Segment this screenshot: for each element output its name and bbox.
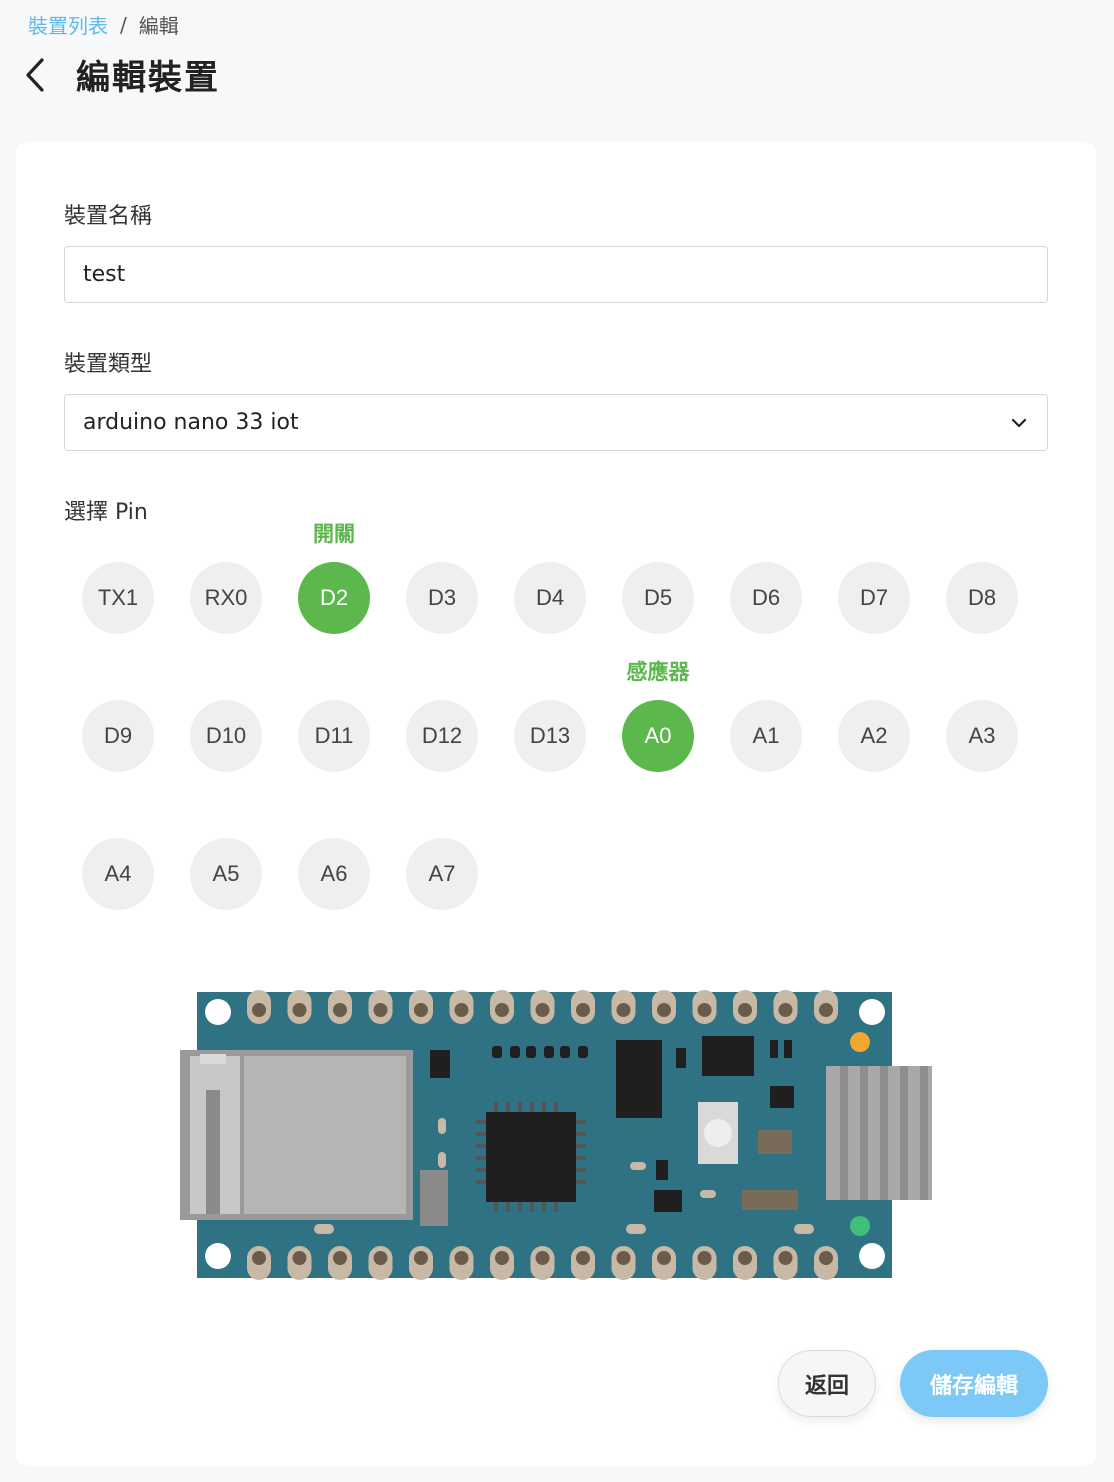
arduino-board-image: [180, 990, 932, 1280]
pin-a4[interactable]: A4: [82, 838, 154, 910]
pin-rx0[interactable]: RX0: [190, 562, 262, 634]
breadcrumb-link-device-list[interactable]: 裝置列表: [28, 10, 108, 39]
device-type-select[interactable]: arduino nano 33 iot: [64, 394, 1048, 451]
pin-tx1[interactable]: TX1: [82, 562, 154, 634]
chevron-down-icon: [1011, 418, 1027, 427]
pin-d12[interactable]: D12: [406, 700, 478, 772]
pin-select-label: 選擇 Pin: [64, 500, 148, 525]
pin-d5[interactable]: D5: [622, 562, 694, 634]
title-row: 編輯裝置: [24, 50, 220, 99]
pin-a0[interactable]: A0: [622, 700, 694, 772]
pin-d9[interactable]: D9: [82, 700, 154, 772]
pin-d11[interactable]: D11: [298, 700, 370, 772]
pin-d4[interactable]: D4: [514, 562, 586, 634]
pin-usage-tag: 開關: [313, 522, 355, 546]
device-type-label: 裝置類型: [64, 352, 153, 377]
breadcrumb-current: 編輯: [138, 14, 179, 38]
page-title: 編輯裝置: [76, 58, 220, 98]
save-edit-button[interactable]: 儲存編輯: [900, 1350, 1048, 1417]
back-arrow-icon[interactable]: [24, 53, 54, 97]
pin-a5[interactable]: A5: [190, 838, 262, 910]
pin-a2[interactable]: A2: [838, 700, 910, 772]
pin-d13[interactable]: D13: [514, 700, 586, 772]
device-type-value: arduino nano 33 iot: [83, 410, 299, 435]
breadcrumb: 裝置列表 / 編輯: [28, 10, 179, 39]
pin-d3[interactable]: D3: [406, 562, 478, 634]
pin-a6[interactable]: A6: [298, 838, 370, 910]
pin-usage-tag: 感應器: [626, 660, 690, 684]
pin-a1[interactable]: A1: [730, 700, 802, 772]
pin-d10[interactable]: D10: [190, 700, 262, 772]
pin-a3[interactable]: A3: [946, 700, 1018, 772]
pin-d6[interactable]: D6: [730, 562, 802, 634]
pin-d8[interactable]: D8: [946, 562, 1018, 634]
pin-d2[interactable]: D2: [298, 562, 370, 634]
breadcrumb-separator: /: [120, 12, 127, 37]
edit-device-card: 裝置名稱 裝置類型 arduino nano 33 iot 選擇 Pin TX1…: [16, 142, 1096, 1466]
device-name-label: 裝置名稱: [64, 204, 153, 229]
pin-d7[interactable]: D7: [838, 562, 910, 634]
pin-a7[interactable]: A7: [406, 838, 478, 910]
back-button[interactable]: 返回: [778, 1350, 876, 1417]
device-name-input[interactable]: [64, 246, 1048, 303]
